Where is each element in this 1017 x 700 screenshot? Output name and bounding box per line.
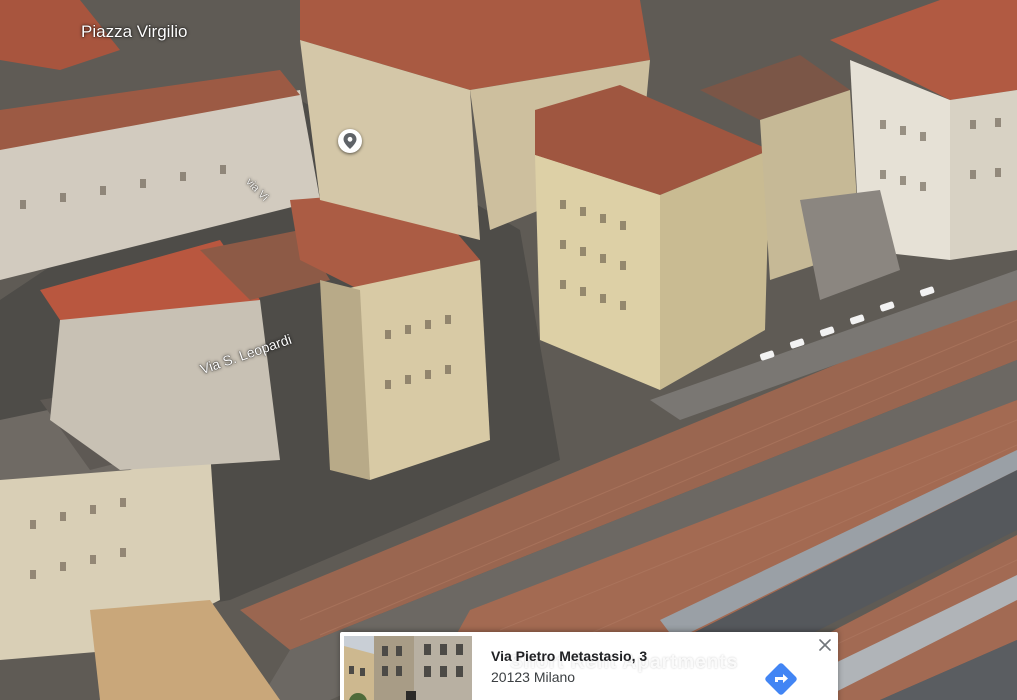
location-marker-icon [343, 133, 357, 149]
place-postcode-city: 20123 Milano [491, 669, 576, 685]
street-photo [344, 636, 472, 700]
place-label[interactable]: Piazza Virgilio [81, 22, 187, 42]
place-pin-icon[interactable] [338, 129, 362, 153]
map-view[interactable]: Piazza Virgilio via Vi Via S. Leopardi S… [0, 0, 1017, 700]
directions-icon[interactable] [764, 662, 798, 696]
close-x-icon [819, 639, 831, 651]
close-icon[interactable] [818, 638, 832, 652]
place-info-card[interactable]: Short Rent Apartments Via Pietro Metasta… [340, 632, 838, 700]
aerial-3d-imagery[interactable] [0, 0, 1017, 700]
directions-diamond-icon [765, 663, 797, 695]
place-details: Via Pietro Metastasio, 3 20123 Milano [491, 648, 647, 686]
place-address[interactable]: Via Pietro Metastasio, 3 [491, 648, 647, 665]
place-photo-thumbnail[interactable] [344, 636, 472, 700]
